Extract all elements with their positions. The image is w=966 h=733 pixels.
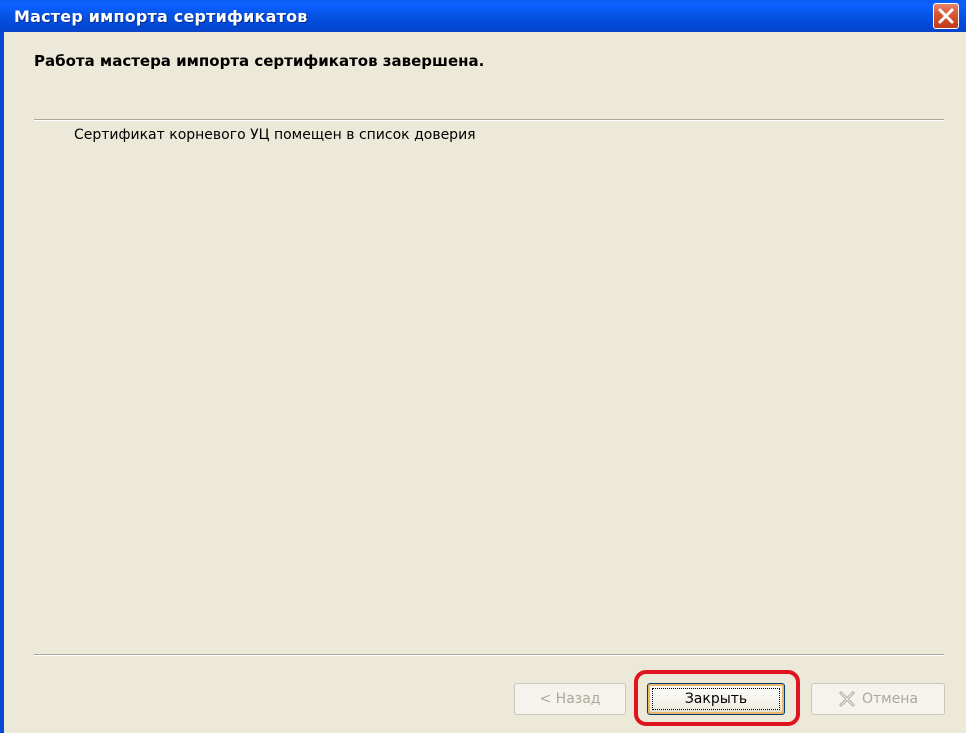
cancel-button-label: Отмена xyxy=(861,691,919,707)
status-message: Сертификат корневого УЦ помещен в список… xyxy=(74,127,476,143)
back-button[interactable]: < Назад xyxy=(514,683,626,715)
close-icon xyxy=(938,8,954,24)
page-title: Работа мастера импорта сертификатов заве… xyxy=(34,52,485,70)
cancel-button[interactable]: Отмена xyxy=(811,683,945,715)
window-title: Мастер импорта сертификатов xyxy=(14,7,308,26)
window-close-button[interactable] xyxy=(933,3,959,29)
wizard-window: Мастер импорта сертификатов Работа масте… xyxy=(0,0,966,733)
back-button-label: < Назад xyxy=(539,691,601,707)
footer-divider xyxy=(34,654,944,656)
header-divider xyxy=(34,119,944,121)
highlight-annotation xyxy=(634,670,800,726)
cancel-x-icon xyxy=(839,691,855,707)
title-bar[interactable]: Мастер импорта сертификатов xyxy=(0,0,966,32)
